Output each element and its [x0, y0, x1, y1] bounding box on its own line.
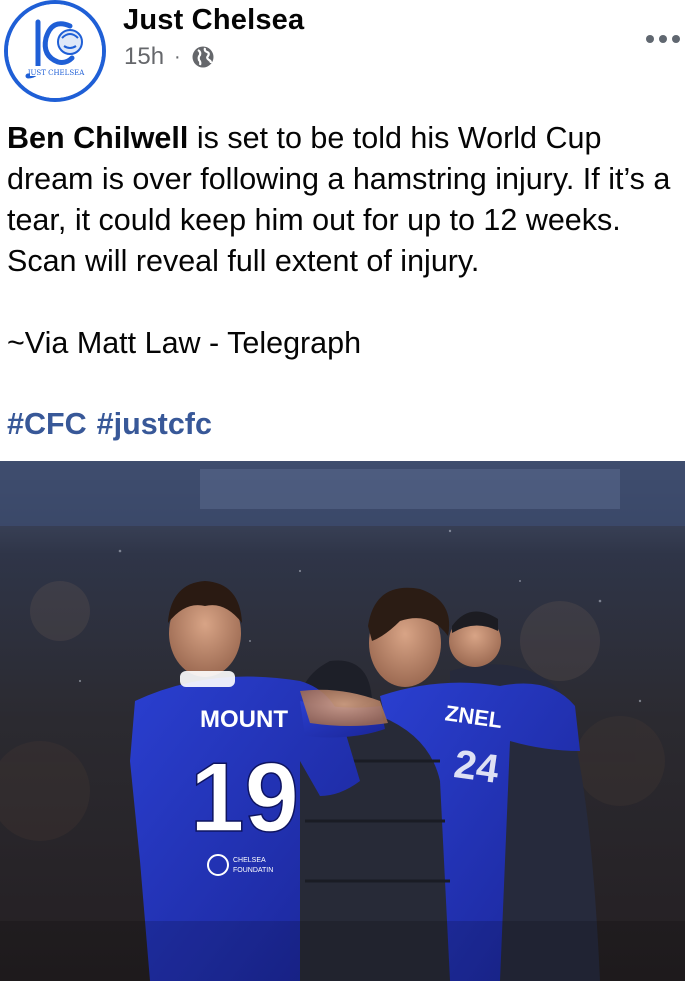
globe-icon	[191, 45, 215, 69]
hashtag-cfc[interactable]: #CFC	[7, 407, 87, 441]
svg-text:24: 24	[451, 742, 502, 792]
page-name[interactable]: Just Chelsea	[123, 4, 304, 37]
more-options-icon[interactable]	[641, 24, 685, 54]
hashtag-justcfc[interactable]: #justcfc	[97, 407, 212, 441]
jersey-name-left: MOUNT	[200, 706, 288, 733]
post-meta: 15h ·	[124, 43, 215, 71]
page-avatar[interactable]: JUST CHELSEA	[4, 0, 106, 102]
meta-separator: ·	[174, 45, 181, 68]
post-header: JUST CHELSEA Just Chelsea 15h ·	[0, 0, 685, 102]
post-body-paragraph: Ben Chilwell is set to be told his World…	[7, 118, 677, 282]
jersey-number-left: 19	[190, 742, 299, 852]
post-body: Ben Chilwell is set to be told his World…	[7, 118, 677, 282]
post-timestamp[interactable]: 15h	[124, 43, 164, 71]
sponsor-text-1: CHELSEA	[233, 857, 266, 864]
mentioned-player-name: Ben Chilwell	[7, 121, 189, 155]
post-photo[interactable]: ZNEL 24 MOUNT 19 CHELSEA FOUNDATIN	[0, 461, 685, 981]
just-chelsea-logo: JUST CHELSEA	[8, 4, 102, 98]
sponsor-text-2: FOUNDATIN	[233, 867, 273, 874]
facebook-post: JUST CHELSEA Just Chelsea 15h · Ben Chil…	[0, 0, 685, 981]
avatar-logo-text: JUST CHELSEA	[27, 69, 86, 77]
post-hashtags: #CFC #justcfc	[7, 404, 222, 445]
post-source-credit: ~Via Matt Law - Telegraph	[7, 326, 362, 360]
